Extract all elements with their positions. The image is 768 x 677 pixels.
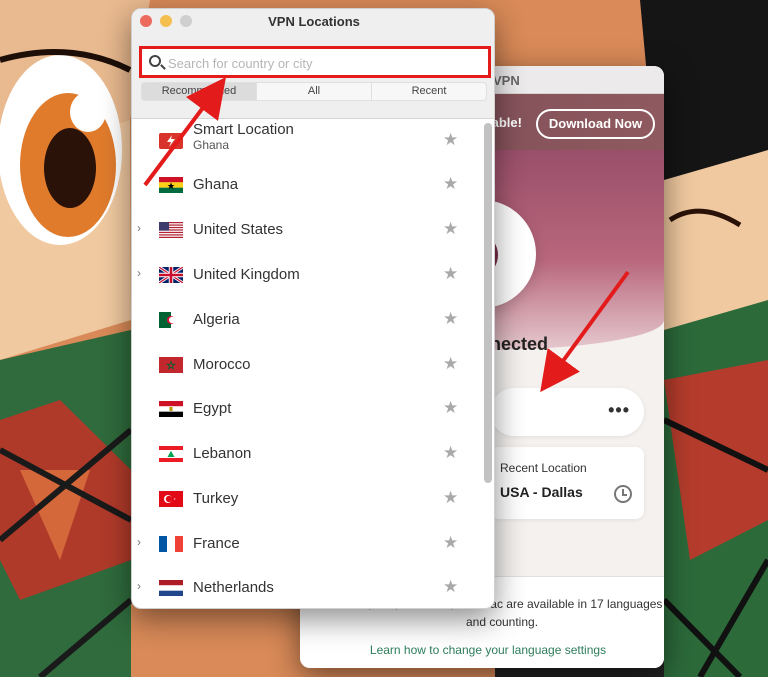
location-name: United States [193,221,284,238]
recent-location-card[interactable]: Recent Location USA - Dallas [490,447,644,519]
ghana-flag-icon [159,177,183,193]
search-box-highlight [139,46,491,78]
netherlands-flag-icon [159,580,183,596]
location-row-egypt[interactable]: Egypt ★ [132,387,482,431]
location-list-scrollbar[interactable] [484,123,492,483]
location-name: Ghana [193,176,239,193]
egypt-flag-icon [159,401,183,417]
location-row-united-kingdom[interactable]: › United Kingdom ★ [132,253,482,297]
smart-location-icon [159,133,183,149]
tab-recommended[interactable]: Recommended [142,83,257,100]
recent-location-label: Recent Location [500,461,587,475]
lebanon-flag-icon [159,446,183,462]
location-row-netherlands[interactable]: › Netherlands ★ [132,566,482,608]
location-name: Algeria [193,311,240,328]
united-kingdom-flag-icon [159,267,183,283]
connection-status: nected [490,334,549,354]
favorite-star-icon[interactable]: ★ [443,130,458,150]
location-row-lebanon[interactable]: Lebanon ★ [132,432,482,476]
location-row-smart-location[interactable]: Smart Location Ghana ★ [132,119,482,163]
location-name: Lebanon [193,445,252,462]
location-name: Netherlands [193,579,274,596]
more-options-icon[interactable]: ••• [608,400,630,421]
locations-window-title: VPN Locations [268,14,360,29]
favorite-star-icon[interactable]: ★ [443,174,458,194]
download-now-button[interactable]: Download Now [536,109,655,139]
expand-chevron-icon[interactable]: › [137,266,141,280]
location-row-algeria[interactable]: Algeria ★ [132,298,482,342]
clock-icon [614,485,632,503]
search-icon [149,55,161,67]
tab-all[interactable]: All [257,83,372,100]
expand-chevron-icon[interactable]: › [137,579,141,593]
locations-titlebar: VPN Locations Recommended All Recent [132,9,494,119]
turkey-flag-icon [159,491,183,507]
france-flag-icon [159,536,183,552]
united-states-flag-icon [159,222,183,238]
location-name: Turkey [193,490,239,507]
location-name: United Kingdom [193,266,300,283]
location-row-morocco[interactable]: Morocco ★ [132,343,482,387]
favorite-star-icon[interactable]: ★ [443,443,458,463]
favorite-star-icon[interactable]: ★ [443,309,458,329]
favorite-star-icon[interactable]: ★ [443,398,458,418]
selected-location-pill[interactable]: ••• [490,388,644,436]
tab-recent[interactable]: Recent [372,83,486,100]
location-name: Smart Location [193,121,294,138]
recent-location-value: USA - Dallas [500,484,583,500]
expand-chevron-icon[interactable]: › [137,221,141,235]
morocco-flag-icon [159,357,183,373]
location-row-ghana[interactable]: Ghana ★ [132,163,482,207]
location-search-input[interactable] [168,53,478,73]
location-list: Smart Location Ghana ★ Ghana ★ › United … [132,119,494,608]
favorite-star-icon[interactable]: ★ [443,354,458,374]
vpn-locations-window: VPN Locations Recommended All Recent Sma… [131,8,495,609]
favorite-star-icon[interactable]: ★ [443,219,458,239]
location-row-turkey[interactable]: Turkey ★ [132,477,482,521]
favorite-star-icon[interactable]: ★ [443,577,458,597]
location-tabs: Recommended All Recent [141,82,487,101]
algeria-flag-icon [159,312,183,328]
location-sub-name: Ghana [193,138,230,152]
location-name: Morocco [193,356,251,373]
favorite-star-icon[interactable]: ★ [443,488,458,508]
location-row-france[interactable]: › France ★ [132,522,482,566]
favorite-star-icon[interactable]: ★ [443,533,458,553]
location-name: Egypt [193,400,232,417]
location-row-united-states[interactable]: › United States ★ [132,208,482,252]
favorite-star-icon[interactable]: ★ [443,264,458,284]
language-settings-link[interactable]: Learn how to change your language settin… [300,643,664,657]
main-window-title: VPN [493,73,520,88]
expand-chevron-icon[interactable]: › [137,535,141,549]
location-name: France [193,535,240,552]
